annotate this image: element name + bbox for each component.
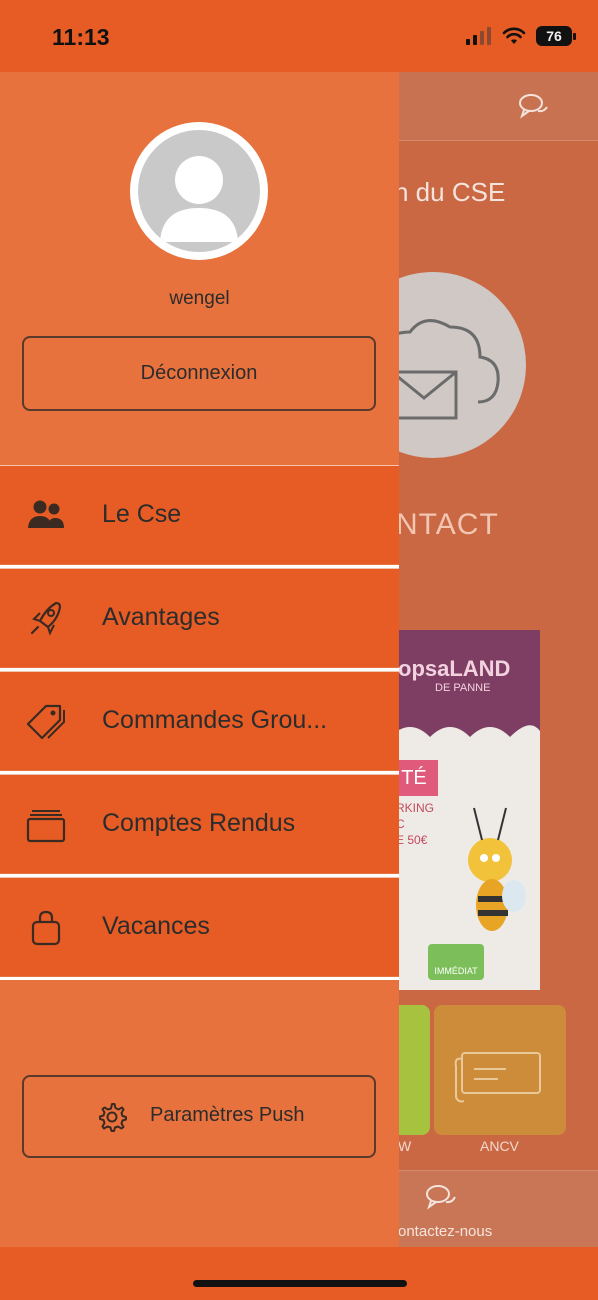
tag-icon xyxy=(26,704,65,740)
bg-ad-text: RKING C E 50€ xyxy=(396,801,435,847)
bottom-bar xyxy=(0,1247,598,1300)
menu-item-le-cse[interactable]: Le Cse xyxy=(0,465,399,568)
status-time: 11:13 xyxy=(52,24,110,50)
avatar[interactable] xyxy=(130,122,268,260)
side-drawer: wengel Déconnexion Le Cse Avantages Comm… xyxy=(0,72,399,1247)
bg-ad-banner: opsaLAND DE PANNE TÉ RKING C E 50€ IMMÉDI… xyxy=(390,630,540,990)
menu-label: Le Cse xyxy=(102,500,182,528)
menu-item-vacances[interactable]: Vacances xyxy=(0,877,399,980)
battery-icon: 76 xyxy=(536,26,576,46)
menu-label: Commandes Grou... xyxy=(102,706,328,734)
menu-label: Avantages xyxy=(102,603,220,631)
menu-item-comptes-rendus[interactable]: Comptes Rendus xyxy=(0,774,399,877)
bg-tile-label-ancv: ANCV xyxy=(480,1138,519,1154)
signal-icon xyxy=(466,27,491,45)
push-settings-label: Paramètres Push xyxy=(150,1104,305,1126)
bg-tile-ancv xyxy=(434,1005,566,1135)
status-bar: 11:13 76 xyxy=(0,0,598,72)
user-silhouette-icon xyxy=(160,156,238,242)
bag-icon xyxy=(31,910,61,946)
scallop-shape xyxy=(390,725,540,751)
chat-icon xyxy=(519,94,548,119)
menu-item-commandes-groupees[interactable]: Commandes Grou... xyxy=(0,671,399,774)
menu-label: Comptes Rendus xyxy=(102,809,296,837)
bee-illustration xyxy=(468,807,526,931)
users-icon xyxy=(28,500,64,528)
cheque-icon xyxy=(454,1052,541,1103)
wifi-icon xyxy=(502,27,526,44)
bg-footer-label: ontactez-nous xyxy=(398,1223,493,1240)
drawer-menu: Le Cse Avantages Commandes Grou... Compt… xyxy=(0,465,399,980)
bg-ad-logo: opsaLAND DE PANNE xyxy=(398,656,511,694)
avatar-placeholder xyxy=(138,130,260,252)
status-icons: 76 xyxy=(466,26,576,46)
rocket-icon xyxy=(30,601,62,636)
chat-icon xyxy=(426,1185,456,1210)
menu-item-avantages[interactable]: Avantages xyxy=(0,568,399,671)
profile-section: wengel Déconnexion xyxy=(0,72,399,465)
menu-label: Vacances xyxy=(102,912,210,940)
cards-icon xyxy=(26,810,66,843)
bg-ad-badge: IMMÉDIAT xyxy=(428,944,484,980)
logout-button[interactable]: Déconnexion xyxy=(22,336,376,411)
push-settings-button[interactable]: Paramètres Push xyxy=(22,1075,376,1158)
username: wengel xyxy=(169,288,230,309)
bg-tile-label: W xyxy=(398,1138,412,1154)
home-indicator[interactable] xyxy=(193,1280,407,1287)
gear-icon xyxy=(99,1103,127,1132)
